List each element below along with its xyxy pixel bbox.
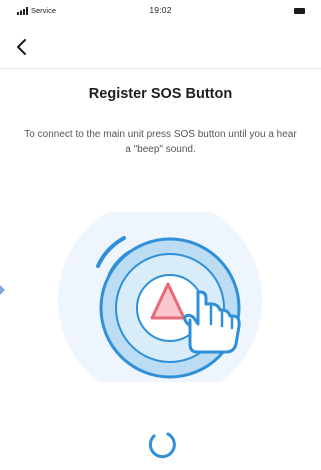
back-button[interactable]	[9, 34, 35, 60]
status-bar: Service 19:02	[0, 0, 321, 24]
nav-bar	[0, 24, 321, 69]
sos-button-illustration	[58, 212, 262, 382]
instruction-text: To connect to the main unit press SOS bu…	[24, 129, 297, 155]
side-arrow-icon	[0, 285, 5, 295]
page-title: Register SOS Button	[88, 86, 233, 102]
battery-icon	[294, 8, 305, 14]
status-time: 19:02	[149, 5, 172, 15]
loading-spinner-icon	[148, 432, 176, 459]
chevron-left-icon	[17, 39, 26, 55]
